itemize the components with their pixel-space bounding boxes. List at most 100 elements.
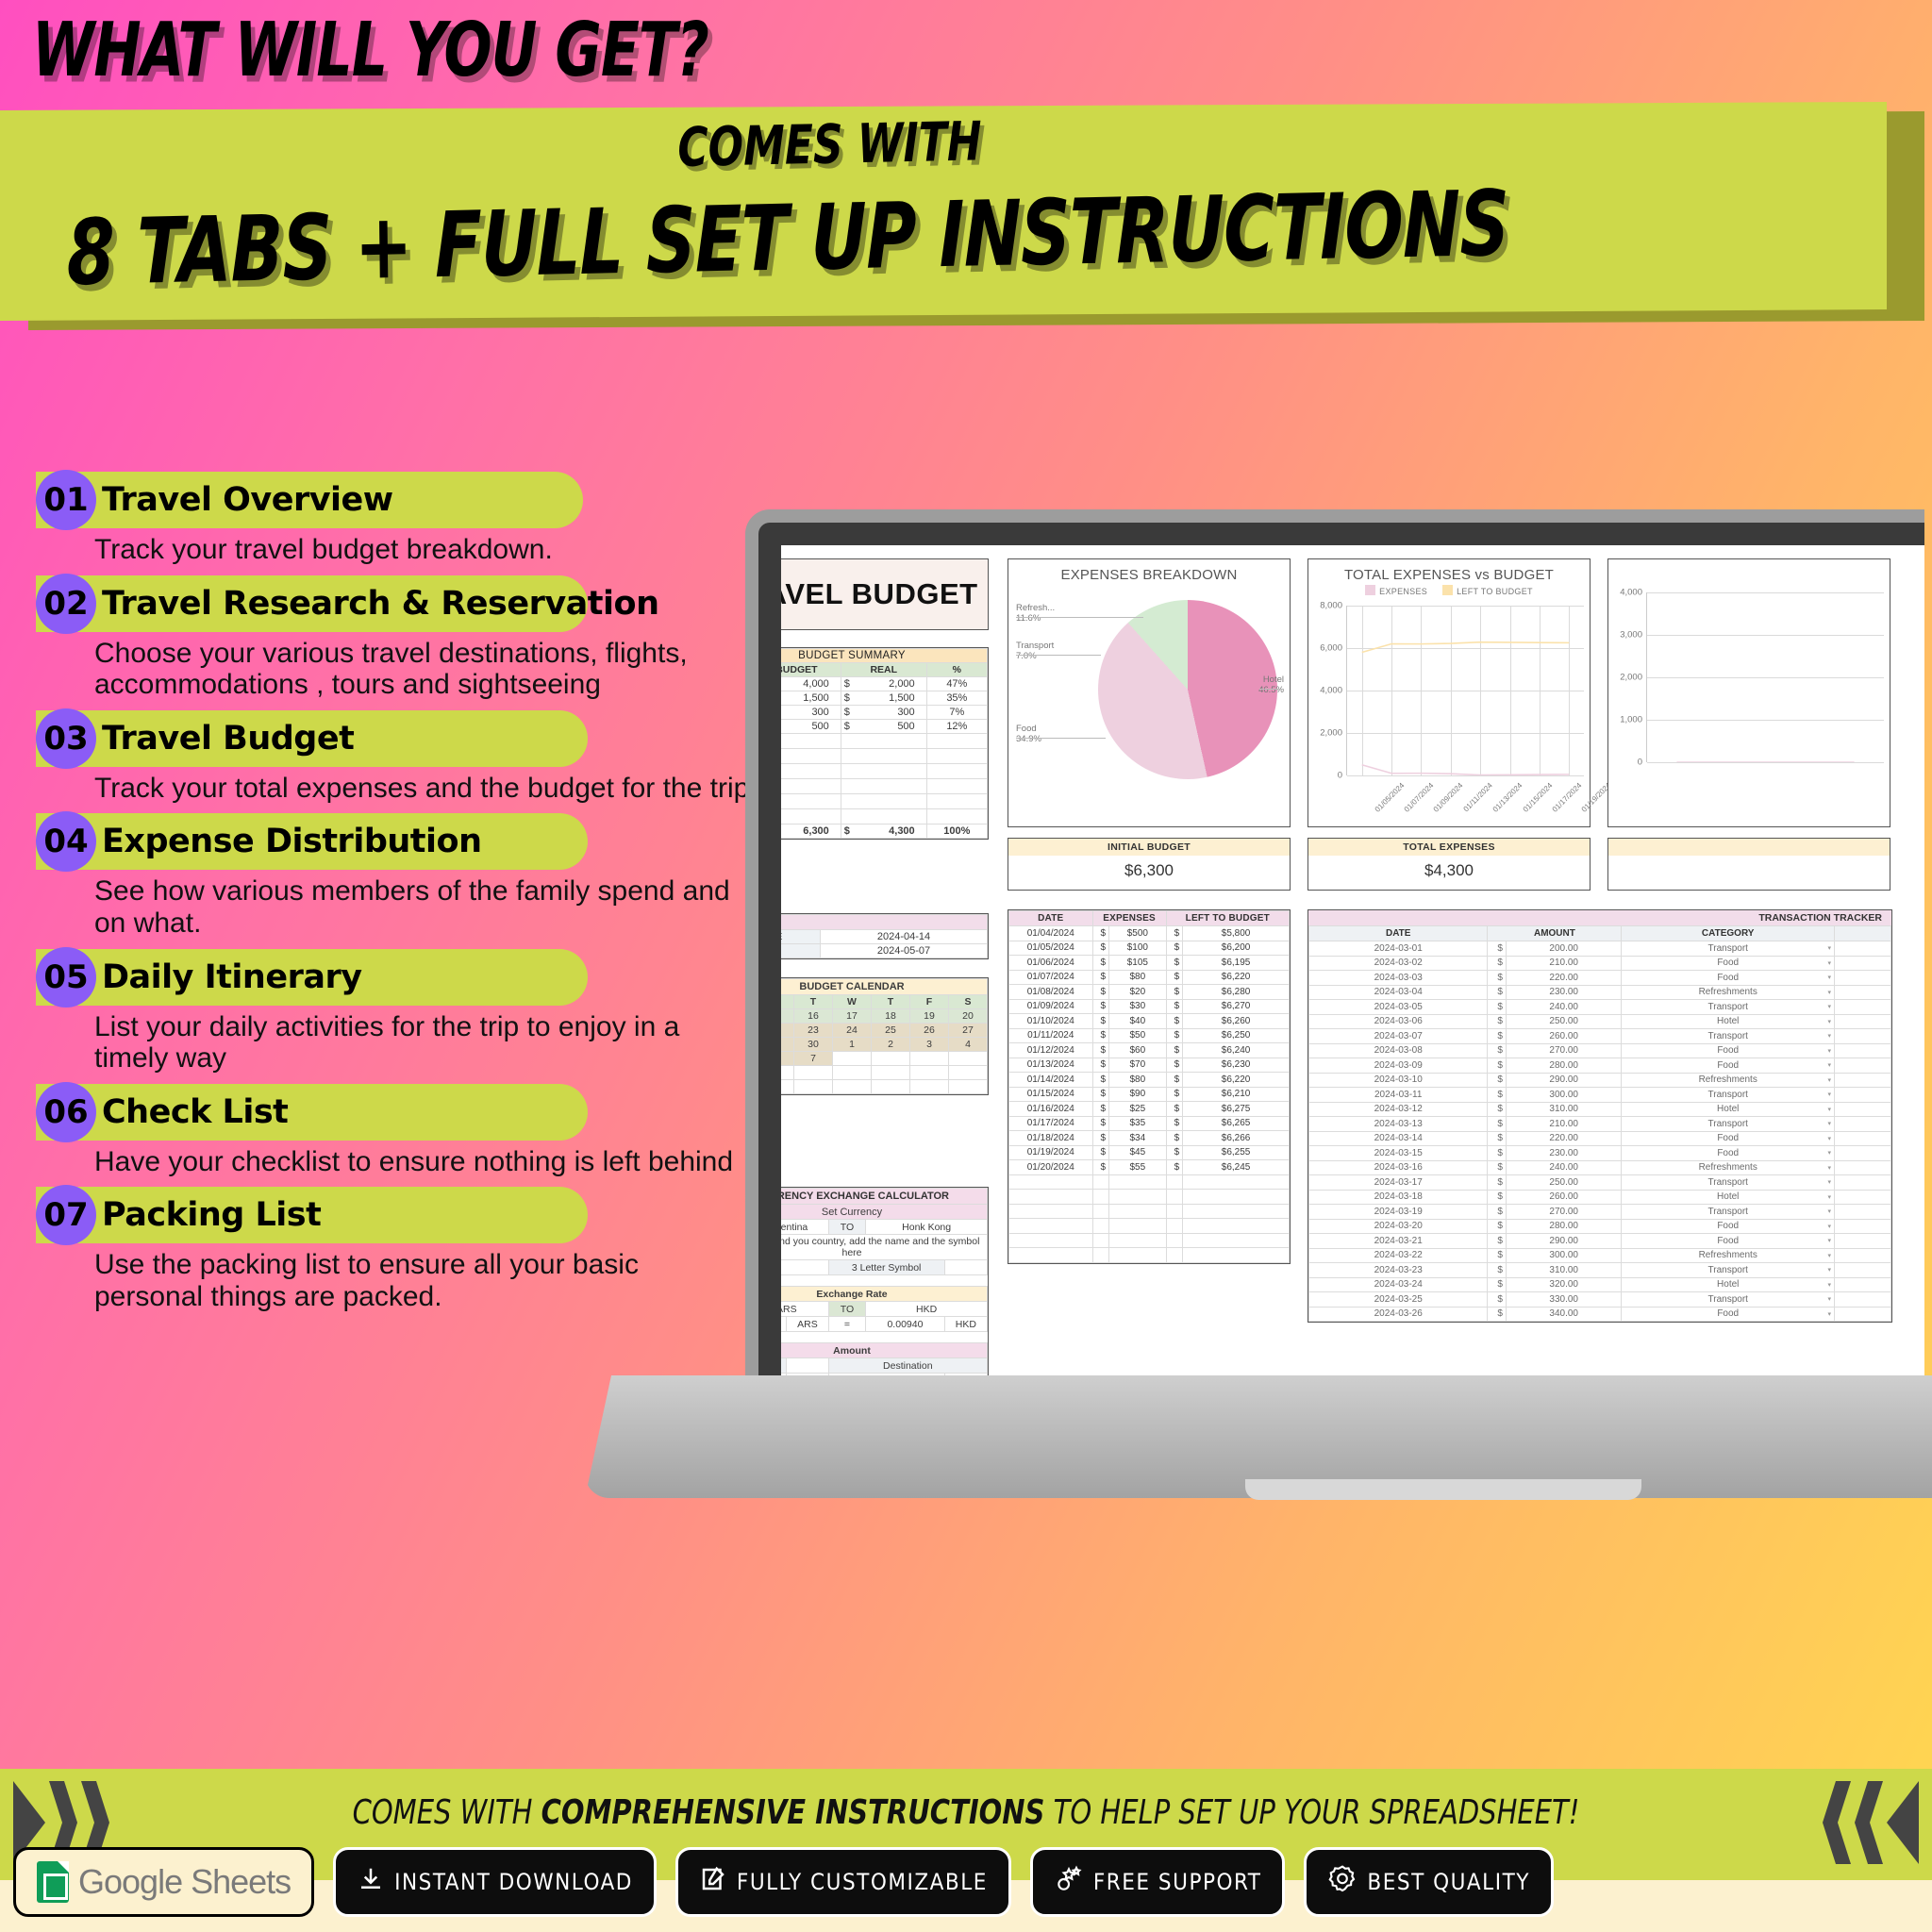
calendar-day[interactable]: 18 — [871, 1008, 910, 1024]
calendar-day[interactable]: 23 — [793, 1023, 833, 1038]
calendar-day[interactable]: 4 — [948, 1037, 988, 1052]
cell-category[interactable]: Hotel ▾ — [1621, 1276, 1835, 1292]
chevron-down-icon[interactable]: ▾ — [1827, 1281, 1831, 1289]
cell-category[interactable]: Transport ▾ — [1621, 1028, 1835, 1044]
chevron-down-icon[interactable]: ▾ — [1827, 1252, 1831, 1259]
calendar-day[interactable]: 29 — [781, 1037, 794, 1052]
chevron-down-icon[interactable]: ▾ — [1827, 1149, 1831, 1157]
cell-category[interactable]: Refreshments ▾ — [1621, 984, 1835, 1000]
table-row: 01/07/2024 $ $80 $ $6,220 — [1008, 969, 1290, 985]
cell-date: 2024-03-20 — [1307, 1218, 1489, 1234]
cell-left: $6,195 — [1182, 955, 1290, 971]
cell-category[interactable]: Food ▾ — [1621, 1145, 1835, 1161]
cell-category[interactable]: Transport ▾ — [1621, 1116, 1835, 1132]
cell-category[interactable]: Food ▾ — [1621, 1058, 1835, 1074]
calendar-day[interactable]: 24 — [832, 1023, 872, 1038]
chevron-down-icon[interactable]: ▾ — [1827, 1120, 1831, 1127]
cell-amount: 220.00 — [1505, 970, 1623, 986]
chevron-down-icon[interactable]: ▾ — [1827, 1164, 1831, 1172]
fx-to-country[interactable]: Honk Kong — [865, 1219, 988, 1235]
chevron-down-icon[interactable]: ▾ — [1827, 1208, 1831, 1215]
calendar-day[interactable]: 30 — [793, 1037, 833, 1052]
cell-date: 2024-03-12 — [1307, 1101, 1489, 1117]
calendar-caption: BUDGET CALENDAR — [781, 978, 988, 995]
chevron-down-icon[interactable]: ▾ — [1827, 1091, 1831, 1098]
chevron-down-icon[interactable]: ▾ — [1827, 1223, 1831, 1230]
calendar-day[interactable]: 3 — [909, 1037, 949, 1052]
cell-category[interactable]: Transport ▾ — [1621, 1087, 1835, 1103]
cell-amount: 300.00 — [1505, 1247, 1623, 1263]
cell-category[interactable]: Transport ▾ — [1621, 941, 1835, 957]
chevron-down-icon[interactable]: ▾ — [1827, 1310, 1831, 1318]
calendar-day[interactable]: 20 — [948, 1008, 988, 1024]
cell-category[interactable]: Food ▾ — [1621, 1130, 1835, 1146]
chevron-down-icon[interactable]: ▾ — [1827, 1061, 1831, 1069]
cell-amount: 310.00 — [1505, 1262, 1623, 1278]
cell-category[interactable]: Refreshments ▾ — [1621, 1159, 1835, 1175]
cell-category[interactable]: Food ▾ — [1621, 970, 1835, 986]
chevron-down-icon[interactable]: ▾ — [1827, 1018, 1831, 1025]
cell-category[interactable]: Refreshments ▾ — [1621, 1247, 1835, 1263]
spreadsheet[interactable]: TRAVEL BUDGET BUDGET SUMMARY BUDGET REAL… — [781, 545, 1924, 1377]
cell-category[interactable]: Transport ▾ — [1621, 999, 1835, 1015]
cell-category[interactable]: Hotel ▾ — [1621, 1013, 1835, 1029]
cell-category[interactable]: Transport ▾ — [1621, 1262, 1835, 1278]
cell-date: 01/10/2024 — [1008, 1013, 1093, 1029]
calendar-day[interactable]: 19 — [909, 1008, 949, 1024]
calendar-day[interactable] — [871, 1051, 910, 1066]
table-row: 01/18/2024 $ $34 $ $6,266 — [1008, 1130, 1290, 1146]
cell-category[interactable]: Hotel ▾ — [1621, 1189, 1835, 1205]
cell-category[interactable]: Food ▾ — [1621, 1218, 1835, 1234]
chevron-down-icon[interactable]: ▾ — [1827, 1106, 1831, 1113]
cell-category[interactable]: Food ▾ — [1621, 1233, 1835, 1249]
calendar-dow: M — [781, 994, 794, 1009]
calendar-day[interactable] — [948, 1051, 988, 1066]
calendar-day[interactable]: 17 — [832, 1008, 872, 1024]
start-date-value[interactable]: 2024-04-14 — [820, 929, 988, 944]
calendar-day[interactable] — [832, 1051, 872, 1066]
chevron-down-icon[interactable]: ▾ — [1827, 989, 1831, 996]
chevron-down-icon[interactable]: ▾ — [1827, 1003, 1831, 1010]
table-row: 01/04/2024 $ $500 $ $5,800 — [1008, 925, 1290, 941]
cell-category[interactable]: Transport ▾ — [1621, 1204, 1835, 1220]
cell-category[interactable]: Transport ▾ — [1621, 1291, 1835, 1307]
cell-amount: 230.00 — [1505, 984, 1623, 1000]
chevron-down-icon[interactable]: ▾ — [1827, 1237, 1831, 1244]
chevron-down-icon[interactable]: ▾ — [1827, 1076, 1831, 1084]
chevron-down-icon[interactable]: ▾ — [1827, 959, 1831, 967]
table-row: 2024-03-01 $200.00 Transport ▾ — [1307, 941, 1891, 957]
cell-category[interactable]: Food ▾ — [1621, 1042, 1835, 1058]
calendar-day[interactable]: 22 — [781, 1023, 794, 1038]
calendar-day[interactable]: 27 — [948, 1023, 988, 1038]
chevron-down-icon[interactable]: ▾ — [1827, 1047, 1831, 1055]
cell-category[interactable]: Refreshments ▾ — [1621, 1072, 1835, 1088]
calendar-day[interactable]: 1 — [832, 1037, 872, 1052]
calendar-day[interactable]: 7 — [793, 1051, 833, 1066]
fx-from-country[interactable]: Argentina — [781, 1219, 829, 1235]
chevron-down-icon[interactable]: ▾ — [1827, 974, 1831, 981]
cell-category[interactable]: Food ▾ — [1621, 955, 1835, 971]
chevron-down-icon[interactable]: ▾ — [1827, 944, 1831, 952]
chevron-down-icon[interactable]: ▾ — [1827, 1266, 1831, 1274]
fx-rate-from: ARS — [781, 1301, 829, 1317]
cell-date: 01/08/2024 — [1008, 984, 1093, 1000]
calendar-day[interactable]: 16 — [793, 1008, 833, 1024]
calendar-day[interactable]: 26 — [909, 1023, 949, 1038]
chevron-down-icon[interactable]: ▾ — [1827, 1032, 1831, 1040]
chevron-down-icon[interactable]: ▾ — [1827, 1193, 1831, 1201]
feature-header: 01 Travel Overview — [0, 470, 811, 530]
chevron-down-icon[interactable]: ▾ — [1827, 1178, 1831, 1186]
cell-category[interactable]: Transport ▾ — [1621, 1174, 1835, 1191]
chevron-down-icon[interactable]: ▾ — [1827, 1295, 1831, 1303]
calendar-day[interactable]: 6 — [781, 1051, 794, 1066]
calendar-day[interactable]: 2 — [871, 1037, 910, 1052]
chevron-down-icon[interactable]: ▾ — [1827, 1135, 1831, 1142]
end-date-value[interactable]: 2024-05-07 — [820, 943, 988, 958]
cell-category[interactable]: Food ▾ — [1621, 1306, 1835, 1322]
calendar-day[interactable] — [909, 1051, 949, 1066]
pie-label-hotel: Hotel 46.5% — [1258, 675, 1284, 695]
calendar-day[interactable]: 25 — [871, 1023, 910, 1038]
sheet-title-card: TRAVEL BUDGET — [781, 558, 989, 630]
cell-category[interactable]: Hotel ▾ — [1621, 1101, 1835, 1117]
calendar-day[interactable]: 15 — [781, 1008, 794, 1024]
